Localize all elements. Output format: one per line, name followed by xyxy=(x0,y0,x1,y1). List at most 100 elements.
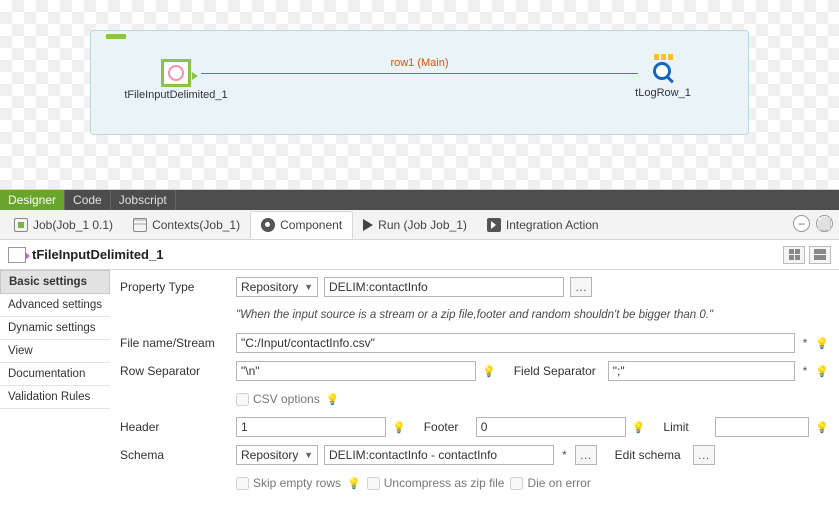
contexts-icon xyxy=(133,218,147,232)
skip-empty-rows-checkbox[interactable]: Skip empty rows xyxy=(236,476,341,490)
nav-documentation[interactable]: Documentation xyxy=(0,363,110,386)
view-grid-button[interactable] xyxy=(783,246,805,264)
property-type-label: Property Type xyxy=(120,280,230,294)
job-canvas-box[interactable]: tFileInputDelimited_1 row1 (Main) tLogRo… xyxy=(90,30,749,135)
uncompress-input[interactable] xyxy=(367,477,380,490)
required-marker: * xyxy=(560,448,569,462)
header-field[interactable]: 1 xyxy=(236,417,386,437)
row-separator-label: Row Separator xyxy=(120,364,230,378)
maximize-button[interactable]: ⬜ xyxy=(816,215,833,232)
tab-label: Contexts(Job_1) xyxy=(152,218,240,232)
basic-settings-form: Property Type Repository ▼ DELIM:contact… xyxy=(110,270,839,506)
field-value: DELIM:contactInfo xyxy=(329,280,428,294)
checkbox-label: Die on error xyxy=(527,476,590,490)
field-value: 1 xyxy=(241,420,248,434)
row-separator-field[interactable]: "\n" xyxy=(236,361,476,381)
field-value: "C:/Input/contactInfo.csv" xyxy=(241,336,375,350)
field-separator-field[interactable]: ";" xyxy=(608,361,795,381)
stream-note: "When the input source is a stream or a … xyxy=(236,309,713,321)
nav-advanced-settings[interactable]: Advanced settings xyxy=(0,294,110,317)
property-repo-browse-button[interactable]: … xyxy=(570,277,592,297)
tab-label: Run (Job Job_1) xyxy=(378,218,467,232)
select-value: Repository xyxy=(241,280,298,294)
tab-job[interactable]: Job(Job_1 0.1) xyxy=(4,211,123,239)
field-value: 0 xyxy=(481,420,488,434)
component-title: tFileInputDelimited_1 xyxy=(32,247,163,262)
footer-label: Footer xyxy=(424,420,464,434)
nav-basic-settings[interactable]: Basic settings xyxy=(0,270,110,294)
schema-select[interactable]: Repository ▼ xyxy=(236,445,318,465)
csv-options-checkbox[interactable]: CSV options xyxy=(236,392,320,406)
edit-schema-button[interactable]: … xyxy=(693,445,715,465)
editor-mode-tabs: Designer Code Jobscript xyxy=(0,190,839,210)
integration-icon xyxy=(487,218,501,232)
nav-validation-rules[interactable]: Validation Rules xyxy=(0,386,110,409)
hint-icon[interactable]: 💡 xyxy=(326,393,340,406)
nav-dynamic-settings[interactable]: Dynamic settings xyxy=(0,317,110,340)
limit-field[interactable] xyxy=(715,417,809,437)
node-tlogrow[interactable]: tLogRow_1 xyxy=(598,59,728,99)
required-marker: * xyxy=(801,364,810,378)
schema-repo-field[interactable]: DELIM:contactInfo - contactInfo xyxy=(324,445,554,465)
chevron-down-icon: ▼ xyxy=(304,282,313,292)
chevron-down-icon: ▼ xyxy=(304,450,313,460)
tab-label: Component xyxy=(280,218,342,232)
node-label: tLogRow_1 xyxy=(598,87,728,99)
nav-view[interactable]: View xyxy=(0,340,110,363)
component-header: tFileInputDelimited_1 xyxy=(0,240,839,270)
tab-component[interactable]: Component xyxy=(250,211,353,239)
tab-label: Job(Job_1 0.1) xyxy=(33,218,113,232)
checkbox-label: Skip empty rows xyxy=(253,476,341,490)
designer-canvas[interactable]: tFileInputDelimited_1 row1 (Main) tLogRo… xyxy=(0,0,839,190)
csv-options-input[interactable] xyxy=(236,393,249,406)
minimize-button[interactable]: − xyxy=(793,215,810,232)
filename-label: File name/Stream xyxy=(120,336,230,350)
job-icon xyxy=(14,218,28,232)
limit-label: Limit xyxy=(663,420,703,434)
hint-icon[interactable]: 💡 xyxy=(815,365,829,378)
logrow-icon xyxy=(648,59,678,85)
property-type-select[interactable]: Repository ▼ xyxy=(236,277,318,297)
tab-contexts[interactable]: Contexts(Job_1) xyxy=(123,211,250,239)
required-marker: * xyxy=(801,336,810,350)
checkbox-label: Uncompress as zip file xyxy=(384,476,505,490)
filename-field[interactable]: "C:/Input/contactInfo.csv" xyxy=(236,333,795,353)
tab-run[interactable]: Run (Job Job_1) xyxy=(353,211,477,239)
view-list-button[interactable] xyxy=(809,246,831,264)
flow-connector[interactable] xyxy=(201,73,638,74)
hint-icon[interactable]: 💡 xyxy=(815,337,829,350)
hint-icon[interactable]: 💡 xyxy=(815,421,829,434)
hint-icon[interactable]: 💡 xyxy=(632,421,646,434)
schema-browse-button[interactable]: … xyxy=(575,445,597,465)
die-on-error-checkbox[interactable]: Die on error xyxy=(510,476,590,490)
skip-empty-input[interactable] xyxy=(236,477,249,490)
node-label: tFileInputDelimited_1 xyxy=(111,89,241,101)
field-value: ";" xyxy=(613,364,625,378)
tab-label: Integration Action xyxy=(506,218,599,232)
checkbox-label: CSV options xyxy=(253,392,320,406)
hint-icon[interactable]: 💡 xyxy=(482,365,496,378)
property-view-tabs: Job(Job_1 0.1) Contexts(Job_1) Component… xyxy=(0,210,839,240)
die-on-error-input[interactable] xyxy=(510,477,523,490)
select-value: Repository xyxy=(241,448,298,462)
tab-designer[interactable]: Designer xyxy=(0,190,65,210)
header-label: Header xyxy=(120,420,230,434)
hint-icon[interactable]: 💡 xyxy=(347,477,361,490)
tab-jobscript[interactable]: Jobscript xyxy=(111,190,176,210)
run-icon xyxy=(363,219,373,231)
edit-schema-label: Edit schema xyxy=(615,448,681,462)
field-value: DELIM:contactInfo - contactInfo xyxy=(329,448,497,462)
settings-side-nav: Basic settings Advanced settings Dynamic… xyxy=(0,270,110,506)
field-separator-label: Field Separator xyxy=(514,364,596,378)
palette-icon xyxy=(261,218,275,232)
component-type-icon xyxy=(8,247,26,263)
field-value: "\n" xyxy=(241,364,260,378)
hint-icon[interactable]: 💡 xyxy=(392,421,406,434)
canvas-handle xyxy=(106,34,126,39)
tab-integration-action[interactable]: Integration Action xyxy=(477,211,609,239)
property-repo-field[interactable]: DELIM:contactInfo xyxy=(324,277,564,297)
schema-label: Schema xyxy=(120,448,230,462)
tab-code[interactable]: Code xyxy=(65,190,111,210)
footer-field[interactable]: 0 xyxy=(476,417,626,437)
uncompress-checkbox[interactable]: Uncompress as zip file xyxy=(367,476,505,490)
